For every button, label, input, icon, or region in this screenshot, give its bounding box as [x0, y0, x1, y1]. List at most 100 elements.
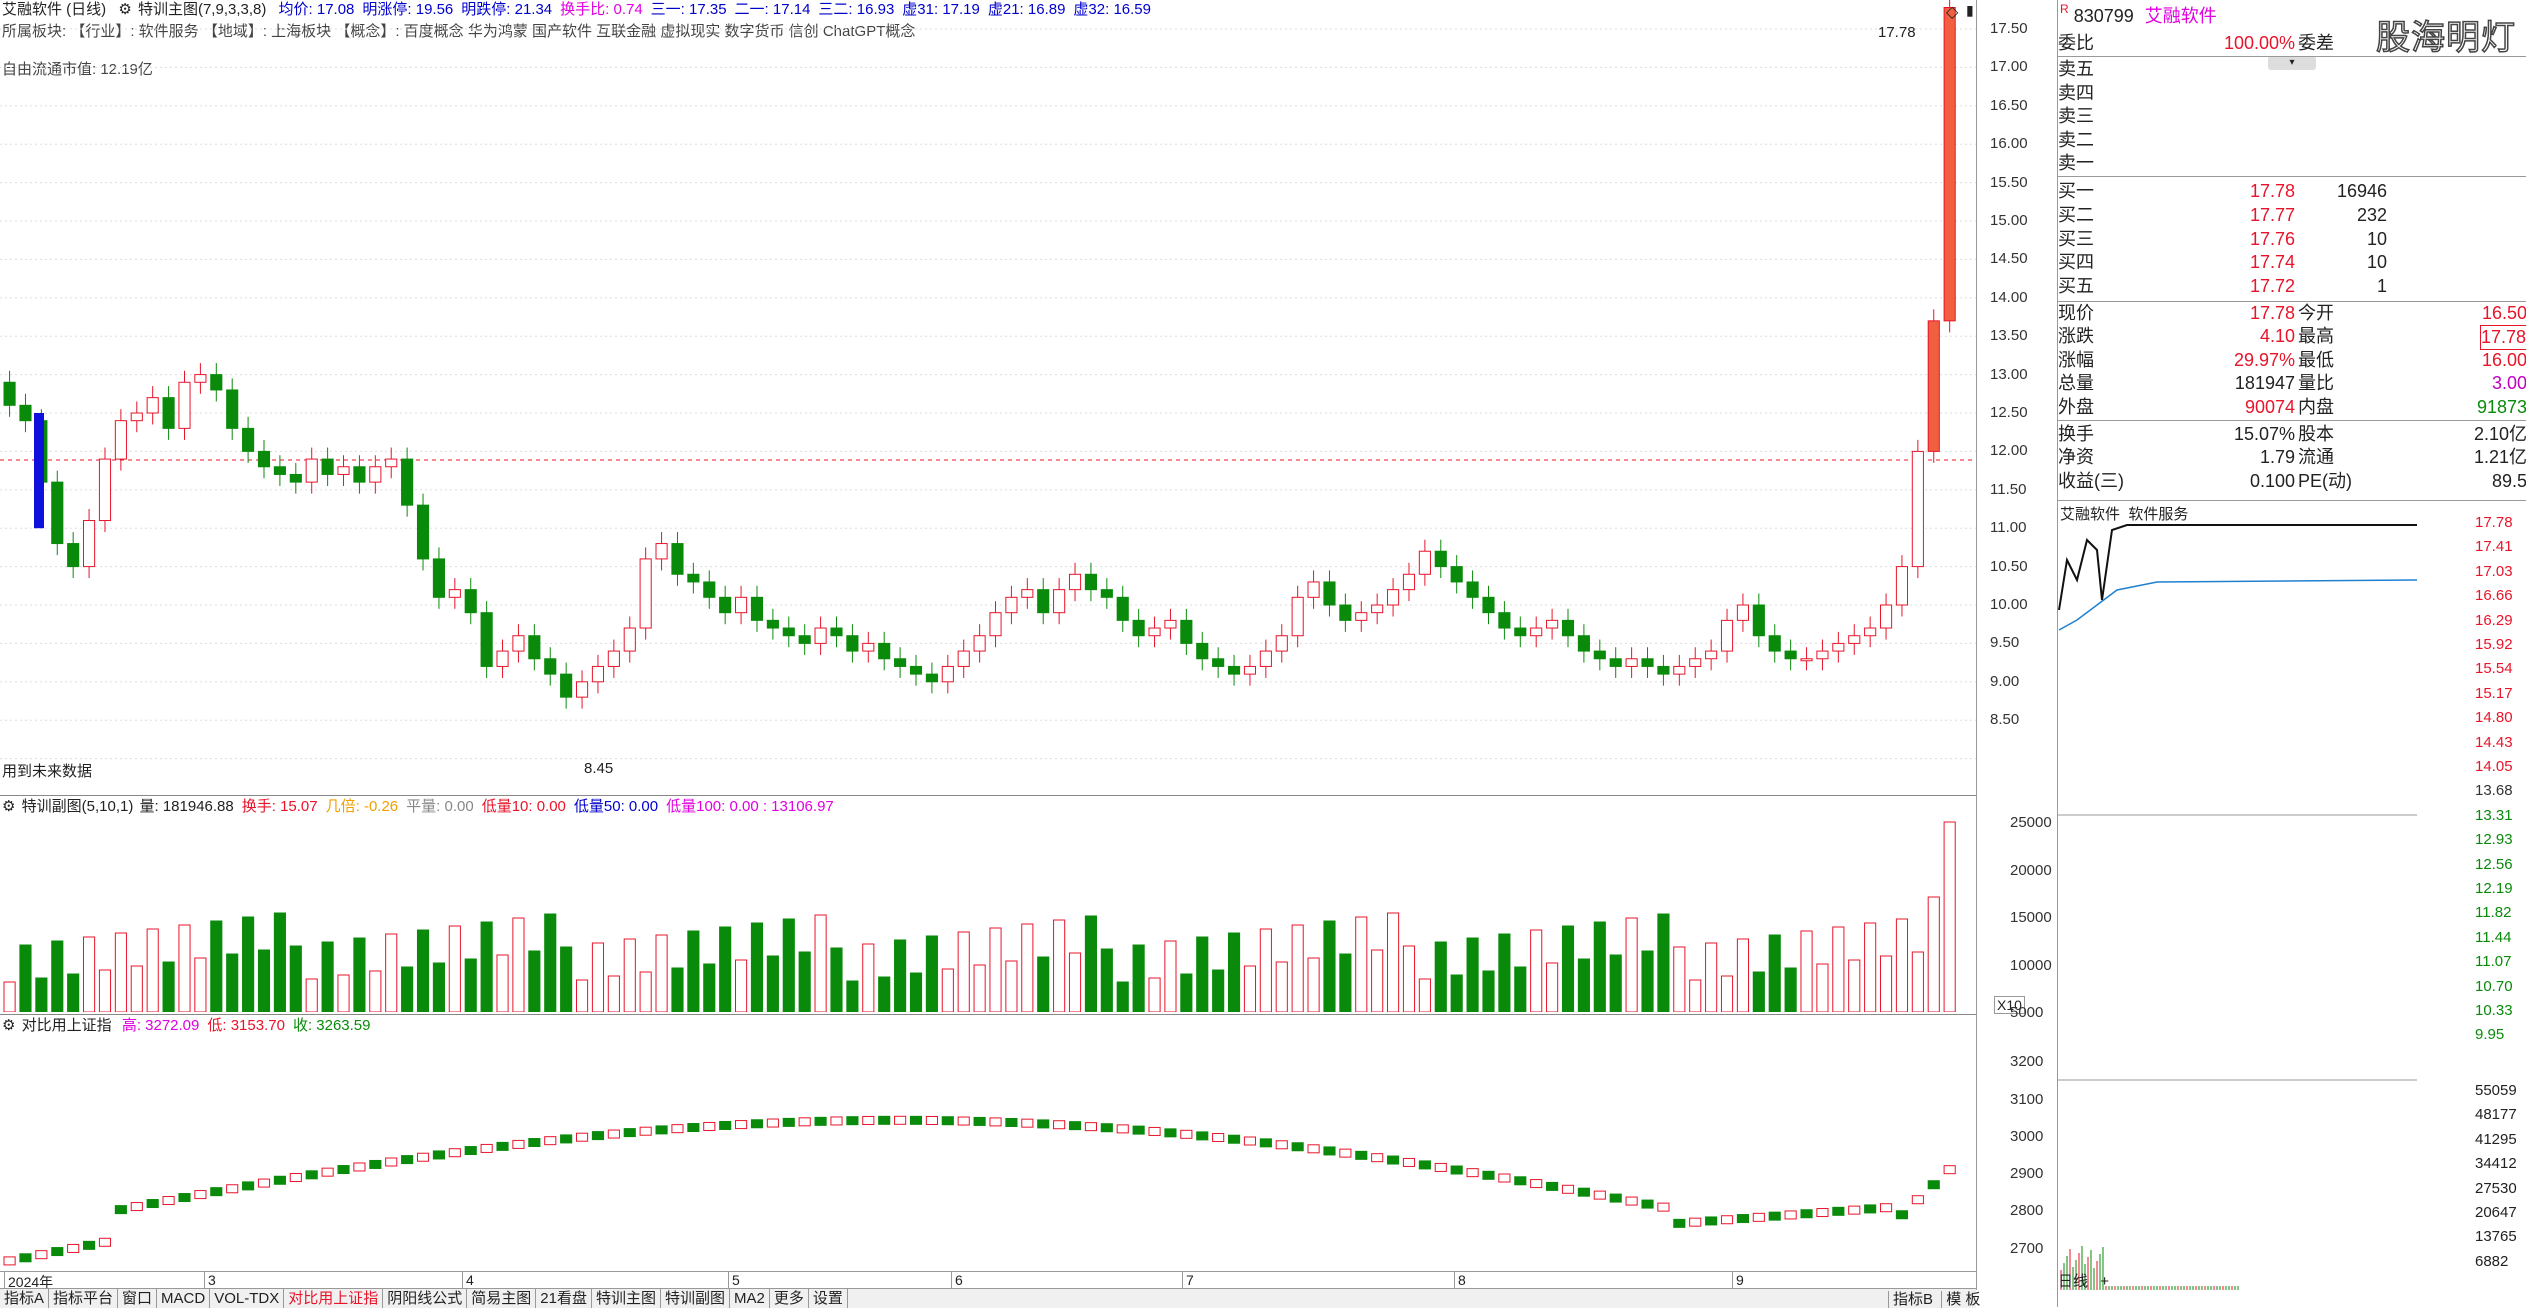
sell-row: 卖四 [2058, 82, 2094, 103]
index-candle [385, 1157, 398, 1167]
tab-1[interactable]: 指标平台 [49, 1289, 119, 1308]
mini-axis-label: 17.41 [2475, 538, 2513, 556]
sell-row: 卖一 [2058, 153, 2094, 173]
tab-8[interactable]: 21看盘 [536, 1289, 592, 1308]
candle [1736, 604, 1749, 621]
candle [1546, 619, 1559, 629]
candle [544, 658, 557, 675]
index-candle [1514, 1176, 1527, 1186]
volume-bar [1005, 960, 1018, 1012]
candle [1355, 612, 1368, 621]
volume-bar [814, 914, 827, 1012]
volume-bar [1911, 951, 1924, 1012]
price-axis-label: 12.50 [1990, 404, 2028, 421]
tab-10[interactable]: 特训副图 [661, 1289, 730, 1308]
candle [1307, 581, 1320, 598]
index-candle [671, 1124, 684, 1134]
index-candle [1307, 1144, 1320, 1154]
candle [1498, 612, 1511, 629]
candle [1371, 604, 1384, 614]
volume-bar [1434, 941, 1447, 1012]
mini-vol-axis-label: 55059 [2475, 1082, 2517, 1099]
price-axis-label: 10.00 [1990, 596, 2028, 613]
candle [909, 665, 923, 675]
index-candle [782, 1117, 795, 1127]
index-candle [878, 1115, 891, 1125]
candle [1641, 658, 1654, 667]
price-chart[interactable] [0, 0, 1976, 780]
index-candle [1387, 1155, 1400, 1165]
add-tab-button[interactable]: + [2100, 1273, 2109, 1290]
price-axis-label: 13.50 [1990, 327, 2028, 345]
tab-template[interactable]: 模 板 [1941, 1291, 1985, 1308]
tab-3[interactable]: MACD [157, 1289, 211, 1308]
volume-bar [639, 971, 652, 1012]
candle [1291, 596, 1304, 637]
tab-daily[interactable]: 日线 [2058, 1273, 2088, 1290]
candle [1752, 604, 1765, 637]
candle [1561, 619, 1575, 637]
index-candle [1832, 1206, 1845, 1216]
volume-bar [162, 961, 175, 1012]
index-candle [337, 1165, 350, 1175]
tab-7[interactable]: 简易主图 [467, 1289, 537, 1308]
index-candle [448, 1148, 461, 1158]
volume-bar [1227, 932, 1241, 1012]
price-axis-label: 15.00 [1990, 212, 2028, 229]
volume-bar [544, 913, 557, 1012]
volume-bar [1148, 977, 1161, 1012]
stock-name[interactable]: 艾融软件 [2145, 6, 2217, 26]
index-candle [1275, 1140, 1288, 1150]
tab-13[interactable]: 设置 [809, 1289, 848, 1308]
volume-bar [1848, 959, 1861, 1012]
indicator-tabs: 指标A 指标平台 窗口 MACD VOL-TDX 对比用上证指 阴阳线公式 简易主图 21看盘特… [0, 1288, 1976, 1308]
volume-bar [1387, 912, 1400, 1012]
volume-value-5: 低量50: 0.00 [573, 798, 659, 815]
volume-bar [512, 917, 525, 1012]
index-chart[interactable] [0, 1036, 1976, 1272]
index-candle [19, 1253, 32, 1263]
tab-5[interactable]: 对比用上证指 [284, 1289, 384, 1308]
candle [639, 558, 652, 629]
index-candle [1736, 1214, 1749, 1224]
index-axis-label: 3200 [2010, 1053, 2044, 1070]
index-candle [464, 1146, 477, 1156]
index-candle [1546, 1181, 1559, 1191]
volume-bar [1943, 821, 1956, 1012]
volume-bar [305, 978, 318, 1012]
scroll-right-icon[interactable]: ▮ [1966, 2, 1974, 19]
intraday-chart[interactable] [2057, 520, 2477, 1300]
tab-11[interactable]: MA2 [730, 1289, 770, 1308]
tab-0[interactable]: 指标A [0, 1289, 50, 1308]
low-price-label: 8.45 [584, 760, 614, 777]
tab-4[interactable]: VOL-TDX [210, 1289, 285, 1308]
volume-bar [1816, 963, 1829, 1012]
tab-6[interactable]: 阴阳线公式 [383, 1289, 468, 1308]
volume-bar [1402, 945, 1416, 1012]
volume-value-6: 低量100: 0.00 : 13106.97 [666, 798, 834, 815]
index-candle [1021, 1118, 1034, 1128]
diamond-icon[interactable]: ◇ [1946, 2, 1958, 22]
candle [1387, 589, 1400, 606]
volume-bar [1243, 965, 1257, 1012]
gear-icon[interactable]: ⚙ [2, 1017, 15, 1034]
index-value-1: 低: 3153.70 [207, 1017, 285, 1034]
tab-indicator-b[interactable]: 指标B [1888, 1291, 1938, 1308]
index-candle [1800, 1209, 1813, 1219]
index-indicator-name[interactable]: 对比用上证指 [22, 1017, 112, 1034]
volume-chart[interactable] [0, 817, 1976, 1012]
index-candle [1482, 1170, 1495, 1180]
tab-12[interactable]: 更多 [770, 1289, 809, 1308]
tab-2[interactable]: 窗口 [118, 1289, 158, 1308]
candle [1816, 650, 1829, 660]
gear-icon[interactable]: ⚙ [2, 798, 15, 815]
volume-bar [655, 934, 668, 1012]
volume-bar [146, 928, 159, 1012]
candle [385, 458, 398, 468]
volume-indicator-name[interactable]: 特训副图(5,10,1) [22, 798, 134, 815]
volume-bar [1593, 921, 1606, 1012]
index-candle [130, 1202, 143, 1212]
candle [973, 635, 986, 652]
volume-bar [719, 926, 732, 1012]
tab-9[interactable]: 特训主图 [592, 1289, 661, 1308]
